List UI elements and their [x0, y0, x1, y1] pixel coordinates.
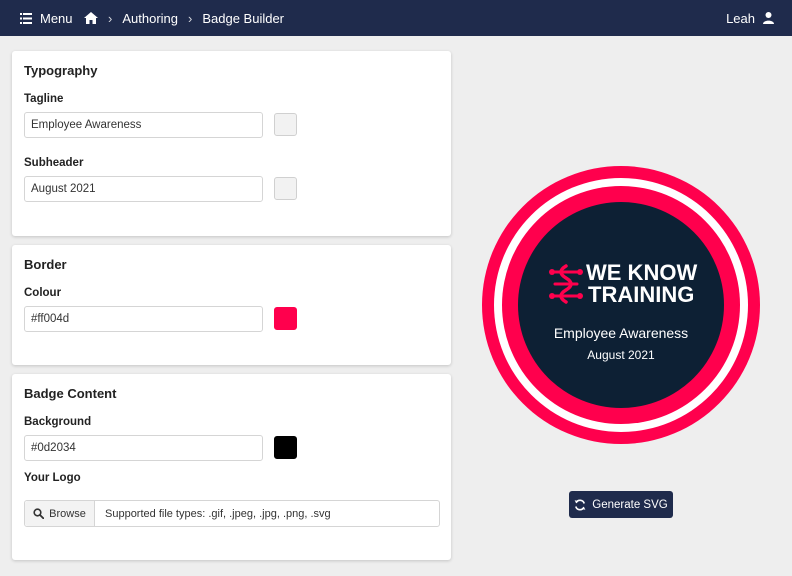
typography-title: Typography [24, 63, 98, 78]
menu-icon [20, 12, 32, 24]
home-icon[interactable] [84, 12, 98, 24]
brand-line-2: TRAINING [588, 282, 694, 307]
generate-svg-label: Generate SVG [592, 498, 668, 511]
top-navigation-bar: Menu › Authoring › Badge Builder Leah [0, 0, 792, 36]
tagline-label: Tagline [24, 93, 64, 105]
border-card: Border Colour [12, 245, 451, 365]
generate-svg-button[interactable]: Generate SVG [569, 491, 673, 518]
colour-label: Colour [24, 287, 62, 299]
logo-label: Your Logo [24, 472, 81, 484]
badge-subheader: August 2021 [587, 348, 655, 362]
menu-label: Menu [40, 10, 73, 26]
breadcrumb-authoring[interactable]: Authoring [122, 11, 178, 26]
badge-tagline: Employee Awareness [554, 325, 688, 341]
tagline-input[interactable] [24, 112, 263, 138]
browse-button[interactable]: Browse [25, 501, 95, 526]
border-title: Border [24, 257, 67, 272]
user-menu[interactable]: Leah [726, 0, 774, 36]
badge-content-card: Badge Content Background Your Logo Brows… [12, 374, 451, 560]
chevron-right-icon: › [108, 10, 113, 26]
brand-logo-icon [549, 264, 583, 304]
badge-preview: WE KNOW TRAINING Employee Awareness Augu… [482, 166, 760, 444]
typography-card: Typography Tagline Subheader [12, 51, 451, 236]
subheader-input[interactable] [24, 176, 263, 202]
refresh-icon [574, 499, 586, 511]
menu-button[interactable]: Menu [20, 0, 73, 36]
badge-content-title: Badge Content [24, 386, 117, 401]
file-types-hint: Supported file types: .gif, .jpeg, .jpg,… [105, 507, 331, 520]
background-label: Background [24, 416, 92, 428]
tagline-color-swatch[interactable] [274, 113, 297, 136]
browse-label: Browse [49, 507, 86, 520]
background-input[interactable] [24, 435, 263, 461]
breadcrumb: › Authoring › Badge Builder [84, 0, 284, 36]
background-colour-swatch[interactable] [274, 436, 297, 459]
breadcrumb-badge-builder: Badge Builder [202, 10, 285, 26]
user-icon [763, 12, 774, 24]
border-colour-input[interactable] [24, 306, 263, 332]
subheader-label: Subheader [24, 157, 84, 169]
border-colour-swatch[interactable] [274, 307, 297, 330]
subheader-color-swatch[interactable] [274, 177, 297, 200]
chevron-right-icon: › [188, 10, 193, 26]
user-name: Leah [726, 10, 755, 26]
logo-file-input[interactable]: Browse Supported file types: .gif, .jpeg… [24, 500, 440, 527]
search-icon [33, 508, 45, 519]
